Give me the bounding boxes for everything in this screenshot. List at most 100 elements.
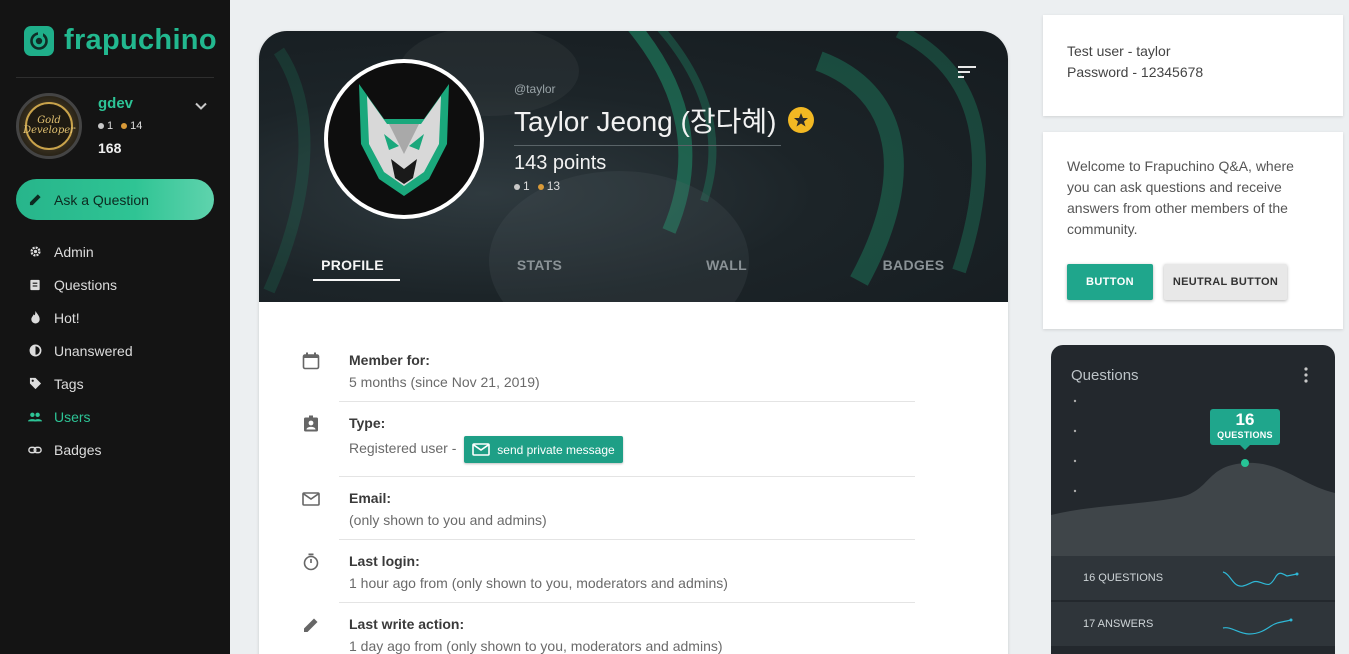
tab-wall[interactable]: WALL [633, 249, 820, 302]
half-circle-icon [28, 344, 42, 358]
sidebar-item-label: Questions [54, 276, 118, 293]
send-private-message-button[interactable]: send private message [464, 436, 623, 463]
detail-label: Last write action: [349, 616, 465, 632]
detail-value: (only shown to you and admins) [349, 512, 547, 528]
stat-row-label: 17 ANSWERS [1083, 618, 1154, 630]
detail-row-last-write: Last write action: 1 day ago from (only … [304, 603, 915, 654]
sidebar-item-hot[interactable]: Hot! [0, 301, 230, 334]
detail-row-type: Type: Registered user - send private mes… [304, 402, 915, 477]
detail-value: 5 months (since Nov 21, 2019) [349, 374, 540, 390]
tag-icon [28, 377, 42, 391]
sparkline [1222, 618, 1293, 635]
welcome-buttons: BUTTON NEUTRAL BUTTON [1067, 264, 1319, 300]
avatar-text: Gold Developer [23, 102, 75, 150]
detail-label: Email: [349, 490, 392, 506]
profile-handle: @taylor [514, 82, 556, 96]
sparkline [1222, 571, 1299, 587]
silver-dot-icon [514, 183, 520, 190]
username[interactable]: gdev [98, 95, 133, 112]
questions-stats-card: Questions 16 QUESTIONS 16 QUESTIONS 17 A… [1051, 345, 1335, 654]
sidebar-item-label: Unanswered [54, 342, 133, 359]
sidebar-item-label: Admin [54, 243, 94, 260]
profile-card: @taylor Taylor Jeong (장다혜) 143 points 1 … [259, 31, 1008, 654]
primary-button[interactable]: BUTTON [1067, 264, 1153, 300]
sidebar-item-badges[interactable]: Badges [0, 433, 230, 466]
sidebar-item-unanswered[interactable]: Unanswered [0, 334, 230, 367]
detail-value: 1 day ago from (only shown to you, moder… [349, 638, 723, 654]
detail-row-member-for: Member for: 5 months (since Nov 21, 2019… [302, 339, 915, 402]
profile-tabs: PROFILE STATS WALL BADGES [259, 249, 1008, 302]
detail-row-email: Email: (only shown to you and admins) [302, 477, 915, 540]
sidebar-divider [16, 77, 214, 78]
pencil-icon [304, 618, 318, 632]
sidebar-item-questions[interactable]: Questions [0, 268, 230, 301]
silver-count: 1 [523, 179, 530, 193]
detail-value: Registered user - [349, 440, 457, 457]
tab-profile[interactable]: PROFILE [259, 249, 446, 302]
profile-medals: 1 13 [514, 179, 560, 193]
test-user-line: Test user - taylor [1067, 43, 1171, 59]
stat-row-questions[interactable]: 16 QUESTIONS [1051, 556, 1335, 600]
mail-icon [472, 443, 491, 456]
link-icon [28, 443, 42, 457]
profile-details: Member for: 5 months (since Nov 21, 2019… [302, 339, 915, 654]
gear-icon [28, 245, 42, 259]
clipboard-icon [28, 278, 42, 292]
sidebar: frapuchino Gold Developer gdev 1 14 168 … [0, 0, 230, 654]
detail-row-last-login: Last login: 1 hour ago from (only shown … [303, 540, 915, 603]
sidebar-item-users[interactable]: Users [0, 400, 230, 433]
app-logo[interactable]: frapuchino [24, 24, 217, 57]
neutral-button[interactable]: NEUTRAL BUTTON [1164, 264, 1287, 300]
stat-row-answers[interactable]: 17 ANSWERS [1051, 602, 1335, 646]
questions-area-chart [1051, 399, 1335, 557]
logo-icon [24, 25, 54, 56]
profile-banner: @taylor Taylor Jeong (장다혜) 143 points 1 … [259, 31, 1008, 302]
sidebar-item-admin[interactable]: Admin [0, 235, 230, 268]
mail-icon [302, 492, 320, 506]
detail-label: Type: [349, 415, 386, 431]
chevron-down-icon[interactable] [194, 99, 208, 113]
tab-stats[interactable]: STATS [446, 249, 633, 302]
silver-dot-icon [98, 123, 104, 130]
detail-value-wrap: Registered user - send private message [349, 436, 623, 463]
sidebar-nav: Admin Questions Hot! Unanswered Tags Use… [0, 235, 230, 466]
sidebar-item-tags[interactable]: Tags [0, 367, 230, 400]
test-password-line: Password - 12345678 [1067, 64, 1204, 80]
stats-title: Questions [1071, 367, 1139, 384]
profile-display-name: Taylor Jeong (장다혜) [514, 106, 777, 137]
sidebar-item-label: Tags [54, 375, 84, 392]
sidebar-item-label: Hot! [54, 309, 80, 326]
detail-label: Member for: [349, 352, 430, 368]
stat-row-label: 16 QUESTIONS [1083, 572, 1164, 584]
tooltip-label: QUESTIONS [1217, 430, 1273, 440]
detail-label: Last login: [349, 553, 420, 569]
users-icon [28, 410, 42, 424]
tab-badges[interactable]: BADGES [820, 249, 1007, 302]
more-vert-icon[interactable] [1303, 367, 1309, 383]
calendar-icon [302, 352, 320, 370]
bronze-count: 14 [130, 120, 143, 132]
fire-icon [28, 311, 42, 325]
chart-tooltip: 16 QUESTIONS [1210, 409, 1280, 450]
send-private-message-label: send private message [497, 442, 615, 457]
name-divider [514, 145, 781, 146]
ask-question-label: Ask a Question [54, 191, 149, 208]
profile-points: 143 points [514, 152, 607, 174]
bronze-count: 13 [546, 179, 561, 193]
pencil-icon [29, 194, 41, 206]
wolf-avatar-icon [328, 63, 480, 215]
ask-question-button[interactable]: Ask a Question [16, 179, 214, 220]
sort-icon[interactable] [958, 65, 976, 79]
avatar[interactable]: Gold Developer [16, 93, 82, 159]
sidebar-item-label: Users [54, 408, 91, 425]
profile-name-row: Taylor Jeong (장다혜) [514, 100, 815, 140]
silver-count: 1 [107, 120, 114, 132]
test-user-card: Test user - taylor Password - 12345678 [1043, 15, 1343, 116]
current-user[interactable]: Gold Developer gdev 1 14 168 [16, 93, 214, 161]
tooltip-value: 16 [1235, 410, 1255, 429]
bronze-dot-icon [537, 183, 544, 190]
welcome-text: Welcome to Frapuchino Q&A, where you can… [1067, 158, 1294, 237]
app-name: frapuchino [64, 24, 217, 56]
detail-value: 1 hour ago from (only shown to you, mode… [349, 575, 728, 591]
profile-avatar[interactable] [324, 59, 484, 219]
